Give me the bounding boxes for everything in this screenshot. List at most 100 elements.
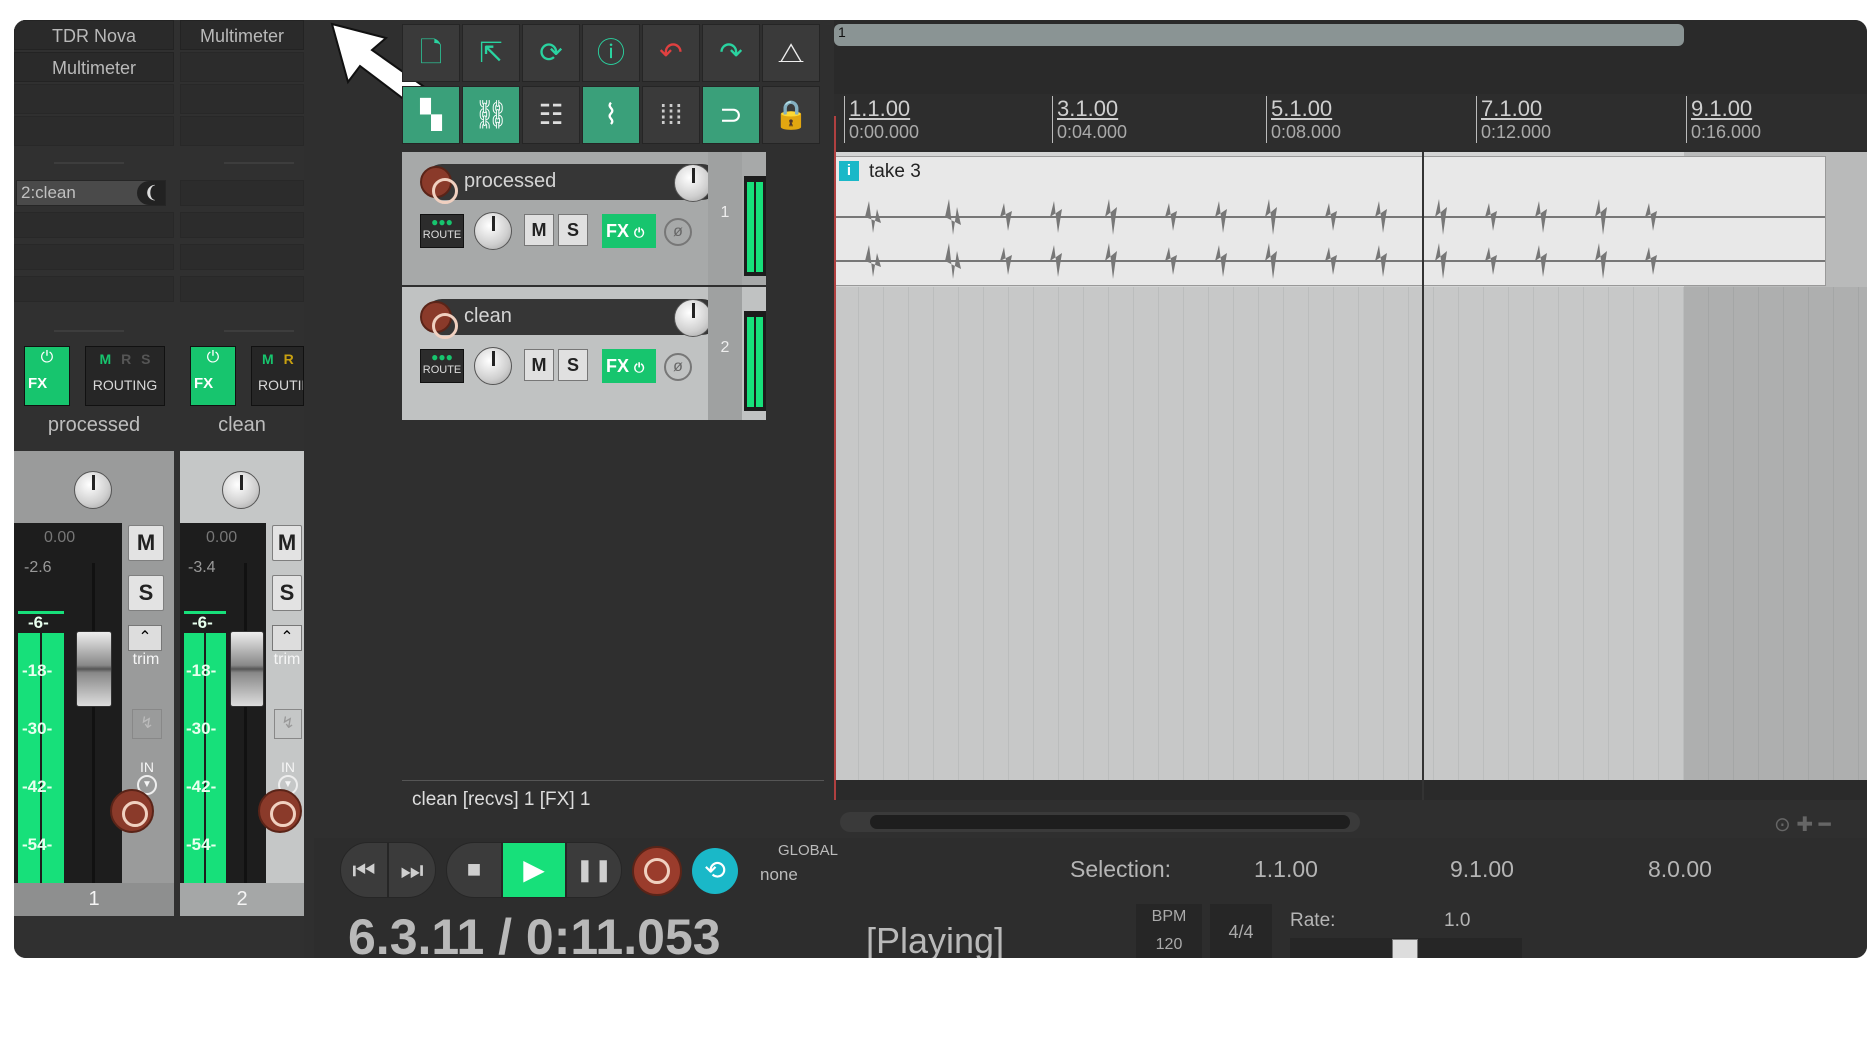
send-slot-empty[interactable] bbox=[180, 276, 304, 302]
item-grouping-icon[interactable]: ☷ bbox=[522, 86, 580, 144]
record-arm-button[interactable] bbox=[258, 789, 302, 833]
selection-start[interactable]: 1.1.00 bbox=[1254, 856, 1318, 883]
send-slot[interactable]: 2:clean ❨ bbox=[16, 180, 166, 206]
media-item-take-3[interactable]: i take 3 bbox=[834, 156, 1826, 286]
fx-label: FX bbox=[606, 356, 630, 376]
mute-button[interactable]: M bbox=[524, 214, 554, 246]
fx-slot-multimeter-ch1[interactable]: Multimeter bbox=[14, 52, 174, 82]
send-slot-empty[interactable] bbox=[14, 212, 174, 238]
trim-button[interactable]: ⌃ trim bbox=[128, 625, 164, 669]
bpm-label: BPM bbox=[1151, 908, 1187, 925]
route-button[interactable]: ●●● ROUTE bbox=[420, 349, 464, 383]
grid-lines-icon[interactable]: ⁞⁞⁞ bbox=[642, 86, 700, 144]
record-arm-button[interactable] bbox=[420, 166, 458, 204]
position-readout[interactable]: 6.3.11 / 0:11.053 bbox=[348, 908, 721, 958]
send-slot-empty[interactable] bbox=[14, 244, 174, 270]
volume-fader[interactable] bbox=[76, 631, 112, 707]
horizontal-scrollbar[interactable] bbox=[840, 812, 1360, 832]
play-button[interactable]: ▶ bbox=[502, 842, 566, 898]
mixer-strip-1[interactable]: 0.00 -2.6 -6- -18- -30- -42- -54- M S ⌃ … bbox=[14, 451, 174, 916]
ripple-edit-icon[interactable]: ⛓ bbox=[462, 86, 520, 144]
info-icon[interactable]: i bbox=[839, 161, 859, 181]
pan-knob[interactable] bbox=[474, 212, 512, 250]
timeline-ruler[interactable]: 1.1.00 0:00.000 3.1.00 0:04.000 5.1.00 0… bbox=[834, 94, 1867, 150]
fx-button[interactable]: FX ⏻ bbox=[602, 214, 656, 248]
time-signature-field[interactable]: 4/4 bbox=[1210, 904, 1272, 958]
snap-magnet-icon[interactable]: ⊃ bbox=[702, 86, 760, 144]
fx-slot-empty[interactable] bbox=[14, 84, 174, 114]
solo-button[interactable]: S bbox=[558, 214, 588, 246]
phase-invert-icon[interactable]: ø bbox=[664, 218, 692, 246]
solo-button[interactable]: S bbox=[128, 575, 164, 611]
fx-slot-empty[interactable] bbox=[180, 84, 304, 114]
mute-button[interactable]: M bbox=[128, 525, 164, 561]
phase-button[interactable]: ↯ bbox=[274, 709, 302, 739]
send-slot-empty[interactable] bbox=[180, 180, 304, 206]
fx-slot-multimeter-ch2[interactable]: Multimeter bbox=[180, 20, 304, 50]
automation-mode[interactable]: GLOBAL none bbox=[754, 842, 850, 898]
grid-snap-icon[interactable]: ▚ bbox=[402, 86, 460, 144]
rate-slider[interactable] bbox=[1290, 938, 1522, 958]
scroll-thumb[interactable] bbox=[870, 815, 1350, 829]
go-to-start-button[interactable]: ⏮ bbox=[340, 842, 388, 898]
zoom-controls[interactable]: ⊙ ✚ ━ bbox=[1774, 812, 1864, 836]
meter-area: 0.00 -3.4 -6- -18- -30- -42- -54- bbox=[180, 523, 266, 895]
volume-knob[interactable] bbox=[674, 299, 712, 337]
r-indicator: R bbox=[121, 351, 132, 367]
metronome-icon[interactable]: ⧍ bbox=[762, 24, 820, 82]
power-icon: ⏻ bbox=[40, 349, 54, 366]
volume-fader[interactable] bbox=[230, 631, 264, 707]
selection-length[interactable]: 8.0.00 bbox=[1648, 856, 1712, 883]
record-arm-button[interactable] bbox=[110, 789, 154, 833]
loop-button[interactable]: ⟲ bbox=[692, 848, 738, 894]
send-slot-empty[interactable] bbox=[14, 276, 174, 302]
volume-knob[interactable] bbox=[674, 164, 712, 202]
stop-button[interactable]: ■ bbox=[446, 842, 502, 898]
trim-button[interactable]: ⌃ trim bbox=[272, 625, 302, 669]
region-bar[interactable]: 1 bbox=[834, 24, 1684, 46]
s-indicator: S bbox=[141, 351, 151, 367]
bpm-field[interactable]: BPM 120 bbox=[1136, 904, 1202, 958]
track-header-1[interactable]: processed ●●● ROUTE M S FX ⏻ ø 1 bbox=[402, 152, 766, 285]
record-arm-button[interactable] bbox=[420, 301, 458, 339]
phase-button[interactable]: ↯ bbox=[132, 709, 162, 739]
pan-knob[interactable] bbox=[74, 471, 112, 509]
routing-button-ch2-full[interactable]: M R ROUTING bbox=[251, 346, 304, 406]
fx-enable-button-ch1[interactable]: ⏻ FX bbox=[24, 346, 70, 406]
route-button[interactable]: ●●● ROUTE bbox=[420, 214, 464, 248]
routing-button-ch1[interactable]: M R S ROUTING bbox=[85, 346, 165, 406]
fx-slot-tdr-nova[interactable]: TDR Nova bbox=[14, 20, 174, 50]
fx-slot-empty[interactable] bbox=[14, 116, 174, 146]
lock-icon[interactable]: 🔒 bbox=[762, 86, 820, 144]
solo-button[interactable]: S bbox=[558, 349, 588, 381]
open-project-icon[interactable]: ⇱ bbox=[462, 24, 520, 82]
selection-end[interactable]: 9.1.00 bbox=[1450, 856, 1514, 883]
rate-value[interactable]: 1.0 bbox=[1444, 910, 1470, 932]
project-settings-icon[interactable]: ⓘ bbox=[582, 24, 640, 82]
fx-slot-empty[interactable] bbox=[180, 116, 304, 146]
envelope-points-icon[interactable]: ⌇ bbox=[582, 86, 640, 144]
undo-icon[interactable]: ↶ bbox=[642, 24, 700, 82]
send-slot-empty[interactable] bbox=[180, 244, 304, 270]
rate-slider-thumb[interactable] bbox=[1392, 939, 1418, 958]
new-project-icon[interactable]: 🗋 bbox=[402, 24, 460, 82]
solo-button[interactable]: S bbox=[272, 575, 302, 611]
redo-icon[interactable]: ↷ bbox=[702, 24, 760, 82]
send-slot-empty[interactable] bbox=[180, 212, 304, 238]
save-project-icon[interactable]: ⟳ bbox=[522, 24, 580, 82]
mute-button[interactable]: M bbox=[272, 525, 302, 561]
pan-knob[interactable] bbox=[222, 471, 260, 509]
pause-button[interactable]: ❚❚ bbox=[566, 842, 622, 898]
track-header-2[interactable]: clean ●●● ROUTE M S FX ⏻ ø 2 bbox=[402, 287, 766, 420]
mute-button[interactable]: M bbox=[524, 349, 554, 381]
go-to-end-button[interactable]: ⏭ bbox=[388, 842, 436, 898]
record-button[interactable] bbox=[632, 846, 682, 896]
fx-slot-empty[interactable] bbox=[180, 52, 304, 82]
fx-enable-button-ch2[interactable]: ⏻ FX bbox=[190, 346, 236, 406]
ruler-mark: 9.1.00 0:16.000 bbox=[1686, 96, 1761, 143]
mixer-strip-2[interactable]: 0.00 -3.4 -6- -18- -30- -42- -54- M S ⌃ … bbox=[180, 451, 304, 916]
pan-knob[interactable] bbox=[474, 347, 512, 385]
fx-button[interactable]: FX ⏻ bbox=[602, 349, 656, 383]
phase-invert-icon[interactable]: ø bbox=[664, 353, 692, 381]
scale-mark: -30- bbox=[186, 719, 217, 738]
